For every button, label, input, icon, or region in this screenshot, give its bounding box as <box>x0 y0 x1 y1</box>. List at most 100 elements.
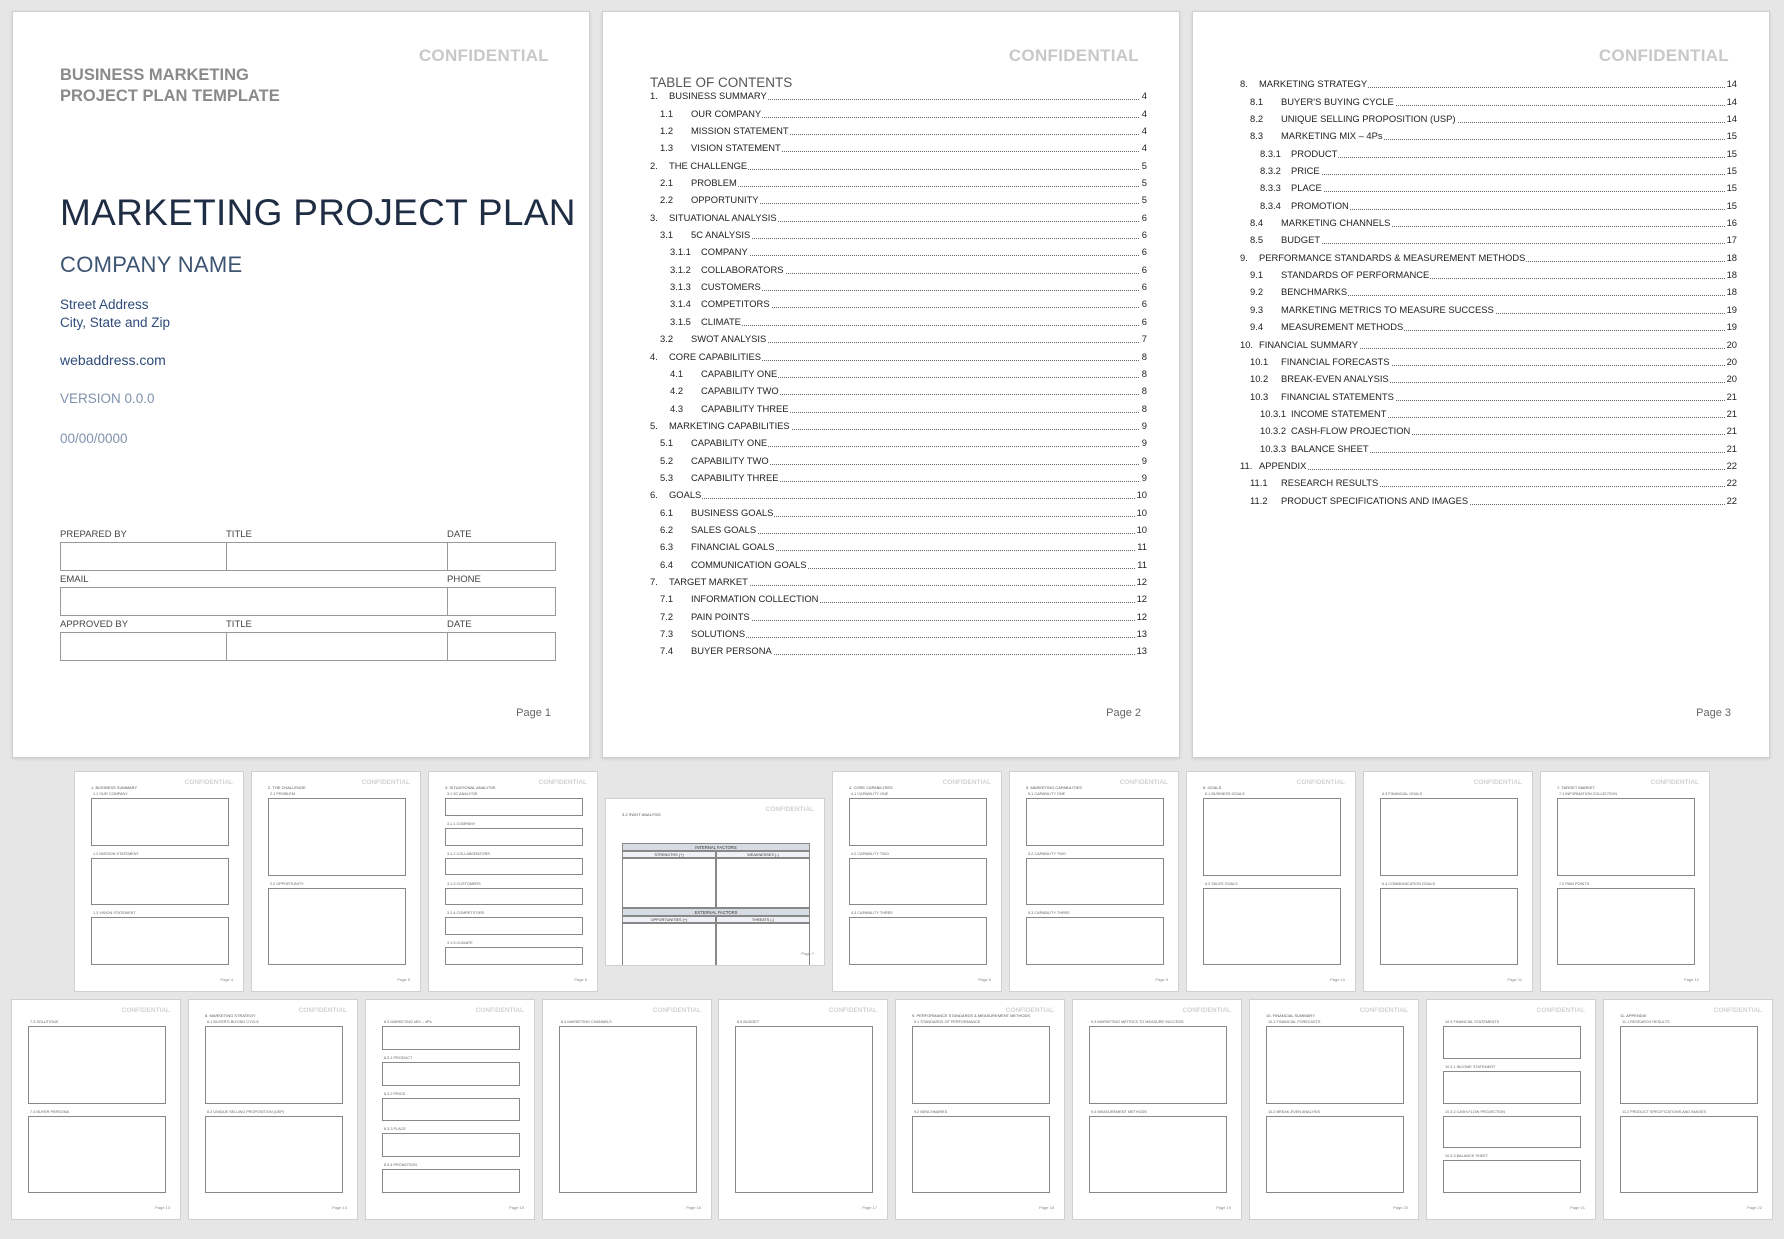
toc-entry[interactable]: 5. MARKETING CAPABILITIES 9 <box>650 416 1147 433</box>
toc-entry[interactable]: 5.2 CAPABILITY TWO 9 <box>650 450 1147 467</box>
toc-entry[interactable]: 3.1.4 COMPETITORS 6 <box>650 294 1147 311</box>
toc-entry[interactable]: 8. MARKETING STRATEGY 14 <box>1240 74 1737 91</box>
page-thumbnail[interactable]: CONFIDENTIAL 5. MARKETING CAPABILITIES Pag… <box>1009 771 1179 992</box>
toc-entry[interactable]: 11.1 RESEARCH RESULTS 22 <box>1240 473 1737 490</box>
toc-entry[interactable]: 3. SITUATIONAL ANALYSIS 6 <box>650 207 1147 224</box>
page-thumbnail[interactable]: CONFIDENTIAL 2. THE CHALLENGE Page 5 2.1 PR… <box>251 771 421 992</box>
toc-entry[interactable]: 1. BUSINESS SUMMARY 4 <box>650 86 1147 103</box>
toc-entry-page: 4 <box>1140 90 1147 102</box>
toc-entry[interactable]: 8.3.3 PLACE 15 <box>1240 178 1737 195</box>
page-thumbnail[interactable]: CONFIDENTIAL 3.2 SWOT ANALYSIS Page 7 INTER… <box>605 798 825 966</box>
page-thumbnail[interactable]: CONFIDENTIAL 7. TARGET MARKET Page 12 7.1 I… <box>1540 771 1710 992</box>
toc-entry[interactable]: 4. CORE CAPABILITIES 8 <box>650 346 1147 363</box>
toc-entry[interactable]: 1.3 VISION STATEMENT 4 <box>650 138 1147 155</box>
thumbnail-page-number: Page 10 <box>1330 977 1345 982</box>
page-thumbnail[interactable]: CONFIDENTIAL 3. SITUATIONAL ANALYSIS Page … <box>428 771 598 992</box>
toc-entry[interactable]: 8.3.1 PRODUCT 15 <box>1240 143 1737 160</box>
toc-entry[interactable]: 10.3.3 BALANCE SHEET 21 <box>1240 438 1737 455</box>
page-thumbnail[interactable]: CONFIDENTIAL 11. APPENDIX Page 22 11.1 RESE… <box>1603 999 1773 1220</box>
toc-entry-number: 1.3 <box>660 142 674 154</box>
toc-entry[interactable]: 4.2 CAPABILITY TWO 8 <box>650 381 1147 398</box>
toc-entry[interactable]: 8.4 MARKETING CHANNELS 16 <box>1240 213 1737 230</box>
page-thumbnail[interactable]: CONFIDENTIAL Page 21 10.3 FINANCIAL STATEM… <box>1426 999 1596 1220</box>
toc-entry[interactable]: 7.4 BUYER PERSONA 13 <box>650 641 1147 658</box>
dot-leader <box>1291 191 1729 193</box>
thumbnail-confidential-label: CONFIDENTIAL <box>1650 779 1699 786</box>
toc-entry[interactable]: 5.1 CAPABILITY ONE 9 <box>650 433 1147 450</box>
toc-entry[interactable]: 11.2 PRODUCT SPECIFICATIONS AND IMAGES 22 <box>1240 490 1737 507</box>
confidential-label: CONFIDENTIAL <box>1008 46 1139 65</box>
toc-entry[interactable]: 9. PERFORMANCE STANDARDS & MEASUREMENT ME… <box>1240 247 1737 264</box>
thumbnail-content-box <box>1266 1026 1404 1104</box>
thumbnail-subsection-label: 1.2 MISSION STATEMENT <box>93 851 139 856</box>
page-thumbnail[interactable]: CONFIDENTIAL 10. FINANCIAL SUMMARY Page 20… <box>1249 999 1419 1220</box>
toc-entry[interactable]: 3.1 5C ANALYSIS 6 <box>650 225 1147 242</box>
page-thumbnail[interactable]: CONFIDENTIAL Page 11 6.3 FINANCIAL GOALS 6.… <box>1363 771 1533 992</box>
toc-entry-page: 14 <box>1725 78 1737 90</box>
toc-entry[interactable]: 11. APPENDIX 22 <box>1240 456 1737 473</box>
toc-entry-number: 9. <box>1240 251 1248 263</box>
toc-entry[interactable]: 9.1 STANDARDS OF PERFORMANCE 18 <box>1240 265 1737 282</box>
toc-entry[interactable]: 7.3 SOLUTIONS 13 <box>650 624 1147 641</box>
approved-by-row[interactable] <box>60 632 556 661</box>
page-thumbnail[interactable]: CONFIDENTIAL Page 17 8.5 BUDGET <box>718 999 888 1220</box>
toc-entry[interactable]: 10.1 FINANCIAL FORECASTS 20 <box>1240 352 1737 369</box>
page-thumbnail[interactable]: CONFIDENTIAL Page 15 8.3 MARKETING MIX – 4… <box>365 999 535 1220</box>
toc-entry[interactable]: 8.1 BUYER'S BUYING CYCLE 14 <box>1240 91 1737 108</box>
thumbnail-subsection-label: 4.2 CAPABILITY TWO <box>851 851 889 856</box>
thumbnail-page-number: Page 17 <box>862 1205 877 1210</box>
page-thumbnail[interactable]: CONFIDENTIAL 9. PERFORMANCE STANDARDS & M… <box>895 999 1065 1220</box>
toc-entry[interactable]: 2.2 OPPORTUNITY 5 <box>650 190 1147 207</box>
thumbnail-content-box <box>382 1026 520 1050</box>
page-thumbnail[interactable]: CONFIDENTIAL 6. GOALS Page 10 6.1 BUSINESS … <box>1186 771 1356 992</box>
toc-entry[interactable]: 4.1 CAPABILITY ONE 8 <box>650 364 1147 381</box>
page-thumbnail[interactable]: CONFIDENTIAL Page 19 9.3 MARKETING METRICS… <box>1072 999 1242 1220</box>
toc-entry[interactable]: 6. GOALS 10 <box>650 485 1147 502</box>
toc-entry-title: SWOT ANALYSIS <box>691 333 768 345</box>
toc-entry[interactable]: 4.3 CAPABILITY THREE 8 <box>650 398 1147 415</box>
page-thumbnail[interactable]: CONFIDENTIAL Page 16 8.4 MARKETING CHANNEL… <box>542 999 712 1220</box>
toc-entry[interactable]: 3.1.2 COLLABORATORS 6 <box>650 259 1147 276</box>
toc-entry[interactable]: 2. THE CHALLENGE 5 <box>650 155 1147 172</box>
toc-entry[interactable]: 7.2 PAIN POINTS 12 <box>650 606 1147 623</box>
thumbnail-subsection-label: 9.3 MARKETING METRICS TO MEASURE SUCCESS <box>1091 1020 1184 1024</box>
toc-entry[interactable]: 1.2 MISSION STATEMENT 4 <box>650 121 1147 138</box>
toc-entry[interactable]: 8.2 UNIQUE SELLING PROPOSITION (USP) 14 <box>1240 109 1737 126</box>
page-thumbnail[interactable]: CONFIDENTIAL 4. CORE CAPABILITIES Page 8 4.… <box>832 771 1002 992</box>
toc-entry[interactable]: 8.3 MARKETING MIX – 4Ps 15 <box>1240 126 1737 143</box>
toc-entry[interactable]: 8.5 BUDGET 17 <box>1240 230 1737 247</box>
toc-entry[interactable]: 10. FINANCIAL SUMMARY 20 <box>1240 334 1737 351</box>
toc-entry-page: 15 <box>1725 147 1737 159</box>
toc-entry-number: 5.1 <box>660 437 674 449</box>
page-thumbnail[interactable]: CONFIDENTIAL Page 13 7.3 SOLUTIONS 7.4 BUYE… <box>11 999 181 1220</box>
toc-entry[interactable]: 9.4 MEASUREMENT METHODS 19 <box>1240 317 1737 334</box>
toc-entry[interactable]: 2.1 PROBLEM 5 <box>650 173 1147 190</box>
toc-entry[interactable]: 8.3.2 PRICE 15 <box>1240 161 1737 178</box>
page-thumbnail[interactable]: CONFIDENTIAL 8. MARKETING STRATEGY Page 14… <box>188 999 358 1220</box>
page-thumbnail[interactable]: CONFIDENTIAL 1. BUSINESS SUMMARY Page 4 1.1… <box>74 771 244 992</box>
toc-entry[interactable]: 7. TARGET MARKET 12 <box>650 572 1147 589</box>
toc-entry[interactable]: 9.2 BENCHMARKS 18 <box>1240 282 1737 299</box>
toc-entry[interactable]: 6.2 SALES GOALS 10 <box>650 520 1147 537</box>
toc-entry[interactable]: 8.3.4 PROMOTION 15 <box>1240 195 1737 212</box>
toc-entry[interactable]: 7.1 INFORMATION COLLECTION 12 <box>650 589 1147 606</box>
prepared-by-row[interactable] <box>60 542 556 571</box>
toc-entry[interactable]: 5.3 CAPABILITY THREE 9 <box>650 468 1147 485</box>
toc-entry[interactable]: 3.1.1 COMPANY 6 <box>650 242 1147 259</box>
toc-entry[interactable]: 6.3 FINANCIAL GOALS 11 <box>650 537 1147 554</box>
toc-entry[interactable]: 9.3 MARKETING METRICS TO MEASURE SUCCESS 1… <box>1240 299 1737 316</box>
toc-entry[interactable]: 10.3.1 INCOME STATEMENT 21 <box>1240 404 1737 421</box>
email-phone-row[interactable] <box>60 587 556 616</box>
toc-entry[interactable]: 6.1 BUSINESS GOALS 10 <box>650 502 1147 519</box>
toc-entry[interactable]: 10.3 FINANCIAL STATEMENTS 21 <box>1240 386 1737 403</box>
toc-entry-page: 9 <box>1140 437 1147 449</box>
toc-entry[interactable]: 3.1.3 CUSTOMERS 6 <box>650 277 1147 294</box>
toc-entry[interactable]: 10.3.2 CASH-FLOW PROJECTION 21 <box>1240 421 1737 438</box>
toc-entry[interactable]: 1.1 OUR COMPANY 4 <box>650 103 1147 120</box>
thumbnail-subsection-label: 10.1 FINANCIAL FORECASTS <box>1268 1020 1321 1024</box>
toc-entry[interactable]: 6.4 COMMUNICATION GOALS 11 <box>650 554 1147 571</box>
thumbnail-page-number: Page 14 <box>332 1205 347 1210</box>
toc-entry[interactable]: 3.2 SWOT ANALYSIS 7 <box>650 329 1147 346</box>
toc-entry[interactable]: 10.2 BREAK-EVEN ANALYSIS 20 <box>1240 369 1737 386</box>
toc-entry[interactable]: 3.1.5 CLIMATE 6 <box>650 311 1147 328</box>
